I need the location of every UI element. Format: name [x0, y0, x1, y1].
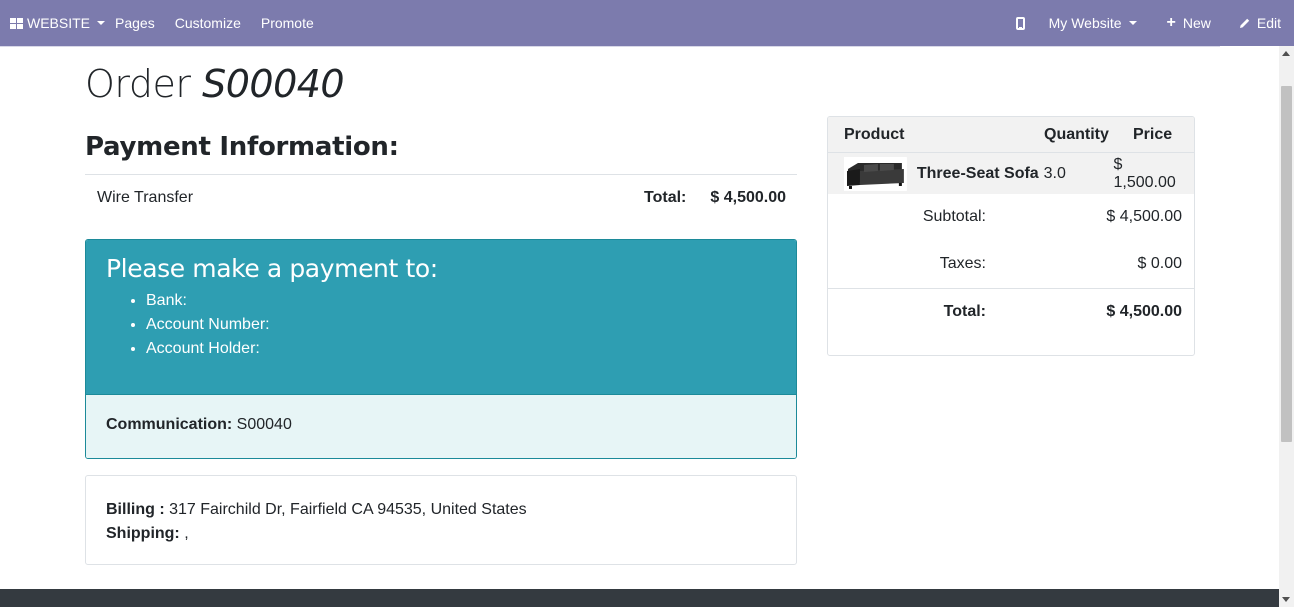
total-label: Total: [943, 302, 986, 320]
subtotal-value: $ 4,500.00 [1106, 208, 1182, 225]
payment-heading: Payment Information: [85, 132, 399, 162]
sofa-icon [844, 156, 907, 191]
shipping-label: Shipping: [106, 525, 180, 542]
website-navbar: WEBSITE Pages Customize Promote My Websi… [0, 0, 1294, 46]
page-scrollbar[interactable] [1279, 46, 1294, 607]
communication-label: Communication: [106, 416, 233, 433]
pencil-icon [1239, 18, 1250, 28]
scroll-down-icon[interactable] [1282, 597, 1290, 602]
website-brand-label: WEBSITE [27, 15, 91, 31]
order-title-prefix: Order [85, 62, 191, 106]
total-value: $ 4,500.00 [1106, 302, 1182, 320]
billing-value: 317 Fairchild Dr, Fairfield CA 94535, Un… [169, 501, 527, 518]
billing-label: Billing : [106, 501, 165, 518]
shipping-value: , [184, 525, 189, 542]
menu-pages[interactable]: Pages [105, 0, 165, 46]
mobile-preview-icon[interactable] [1015, 16, 1025, 30]
payment-row: Wire Transfer Total: $ 4,500.00 [85, 175, 797, 221]
taxes-label: Taxes: [939, 255, 986, 272]
taxes-value: $ 0.00 [1137, 255, 1182, 272]
my-website-dropdown[interactable]: My Website [1049, 15, 1137, 31]
chevron-down-icon [1128, 21, 1137, 25]
header-price: Price [1133, 125, 1173, 143]
page-title: Order S00040 [85, 62, 345, 106]
communication-panel: Communication: S00040 [86, 394, 796, 458]
order-summary-card: Product Quantity Price Three-Seat Sofa 3… [827, 116, 1195, 356]
instructions-list: Bank: Account Number: Account Holder: [146, 289, 776, 361]
plus-icon: + [1166, 14, 1176, 31]
header-product: Product [844, 125, 905, 143]
scroll-up-icon[interactable] [1282, 51, 1290, 56]
instructions-bank: Bank: [146, 289, 776, 313]
communication-value: S00040 [236, 416, 292, 433]
scrollbar-thumb[interactable] [1281, 86, 1292, 442]
menu-customize[interactable]: Customize [165, 0, 251, 46]
address-card: Billing : 317 Fairchild Dr, Fairfield CA… [85, 475, 797, 565]
instructions-account-holder: Account Holder: [146, 337, 776, 361]
instructions-panel: Please make a payment to: Bank: Account … [86, 240, 796, 394]
total-row: Total: $ 4,500.00 [828, 288, 1194, 334]
new-button[interactable]: + New [1166, 14, 1211, 32]
order-number: S00040 [202, 62, 345, 106]
cart-table-header: Product Quantity Price [828, 117, 1194, 153]
new-label: New [1182, 15, 1211, 31]
product-quantity: 3.0 [1043, 164, 1066, 182]
header-quantity: Quantity [1044, 125, 1109, 143]
product-price: $ 1,500.00 [1113, 155, 1176, 191]
instructions-account-number: Account Number: [146, 313, 776, 337]
taxes-row: Taxes: $ 0.00 [828, 240, 1194, 288]
billing-line: Billing : 317 Fairchild Dr, Fairfield CA… [106, 498, 776, 522]
chevron-down-icon [97, 21, 106, 25]
payment-total-label: Total: [644, 189, 687, 206]
subtotal-label: Subtotal: [922, 208, 986, 225]
apps-grid-icon [10, 17, 23, 29]
payment-method: Wire Transfer [97, 189, 194, 206]
navbar-divider [0, 46, 1220, 47]
edit-button[interactable]: Edit [1239, 15, 1281, 31]
product-name[interactable]: Three-Seat Sofa [917, 165, 1044, 183]
payment-instructions: Please make a payment to: Bank: Account … [85, 239, 797, 459]
shipping-line: Shipping: , [106, 522, 776, 546]
payment-total-value: $ 4,500.00 [710, 189, 786, 206]
subtotal-row: Subtotal: $ 4,500.00 [828, 194, 1194, 240]
table-row: Three-Seat Sofa 3.0 $ 1,500.00 [828, 153, 1194, 194]
menu-promote[interactable]: Promote [251, 0, 324, 46]
my-website-label: My Website [1048, 15, 1122, 31]
instructions-heading: Please make a payment to: [106, 254, 438, 283]
footer [0, 589, 1279, 607]
edit-label: Edit [1256, 15, 1281, 31]
website-menu-toggle[interactable]: WEBSITE [0, 0, 106, 46]
